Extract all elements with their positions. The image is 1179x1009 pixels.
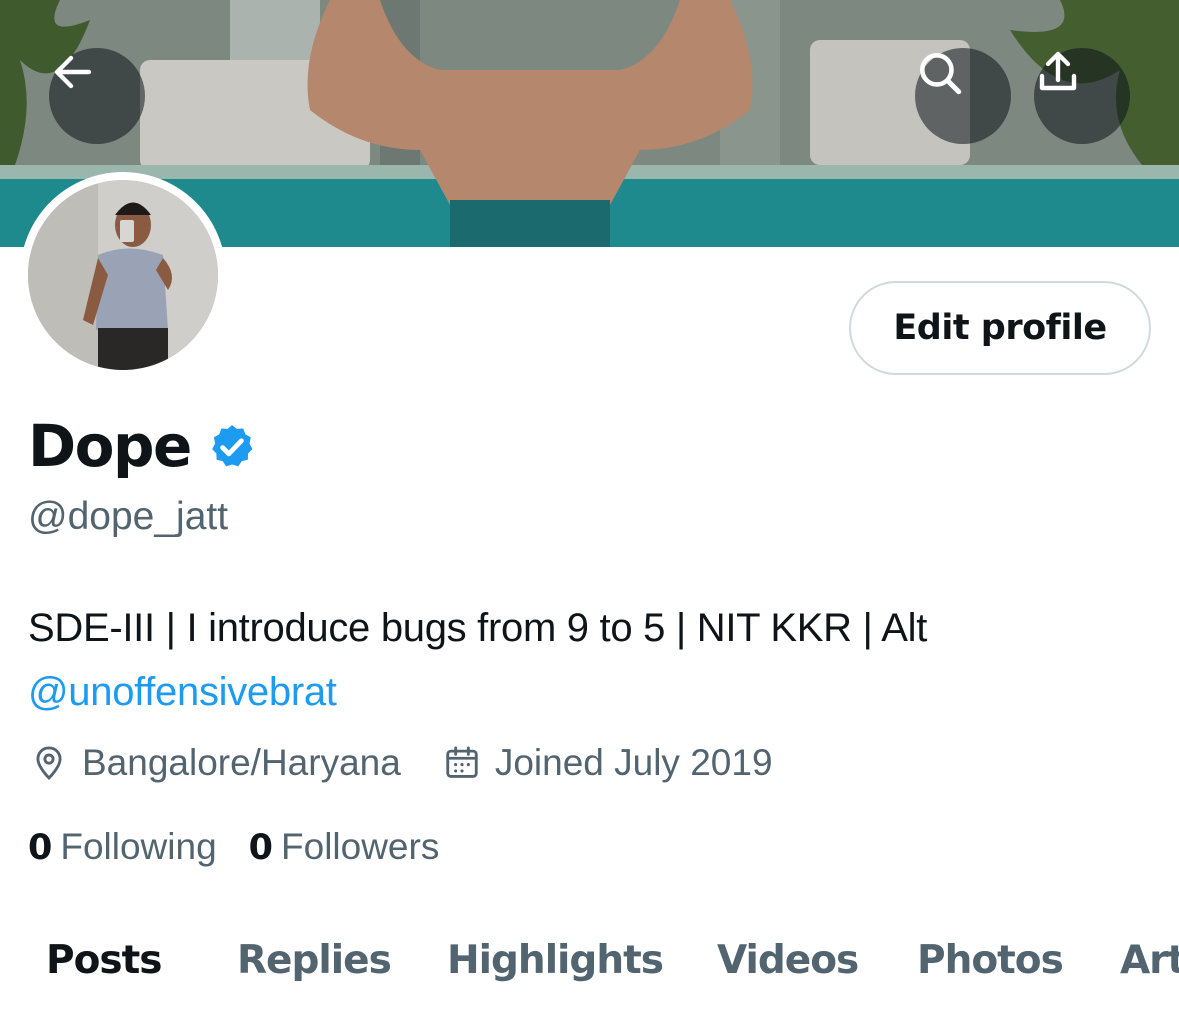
- location-text: Bangalore/Haryana: [82, 742, 401, 783]
- bio-text: SDE-III | I introduce bugs from 9 to 5 |…: [28, 606, 928, 650]
- calendar-icon: [446, 746, 478, 778]
- following-label: Following: [60, 826, 217, 867]
- followers-count: 0: [248, 828, 274, 868]
- profile-page: Edit profile Dope @dope_jatt SDE-III | I…: [0, 0, 1179, 1009]
- display-name: Dope: [28, 412, 192, 480]
- profile-meta: Bangalore/Haryana Joined July 2019: [30, 738, 773, 788]
- tab-videos[interactable]: Videos: [717, 928, 859, 994]
- followers-label: Followers: [281, 826, 440, 867]
- joined-text: Joined July 2019: [494, 742, 773, 783]
- verified-badge-icon[interactable]: [207, 422, 257, 472]
- profile-bio: SDE-III | I introduce bugs from 9 to 5 |…: [28, 596, 1148, 724]
- following-link[interactable]: 0 Following: [28, 826, 217, 868]
- location-pin-icon: [36, 746, 62, 781]
- back-button[interactable]: [49, 48, 145, 144]
- avatar[interactable]: [20, 172, 226, 378]
- tab-replies[interactable]: Replies: [237, 928, 392, 994]
- profile-handle: @dope_jatt: [28, 495, 229, 538]
- tab-articles[interactable]: Articles: [1120, 928, 1179, 994]
- tab-highlights[interactable]: Highlights: [447, 928, 664, 994]
- arrow-left-icon: [54, 55, 92, 89]
- search-button[interactable]: [915, 48, 1011, 144]
- following-count: 0: [28, 828, 53, 868]
- tab-posts[interactable]: Posts: [46, 928, 162, 994]
- follow-counts: 0 Following 0 Followers: [28, 822, 439, 872]
- bio-mention-link[interactable]: @unoffensivebrat: [28, 660, 1148, 724]
- share-button[interactable]: [1034, 48, 1130, 144]
- avatar-image: [28, 180, 218, 370]
- search-icon: [920, 53, 962, 95]
- location-item: Bangalore/Haryana: [30, 742, 401, 784]
- edit-profile-button[interactable]: Edit profile: [849, 281, 1151, 375]
- joined-item: Joined July 2019: [443, 742, 773, 784]
- name-row: Dope: [28, 406, 257, 486]
- tab-photos[interactable]: Photos: [917, 928, 1064, 994]
- profile-tabs: Posts Replies Highlights Videos Photos A…: [0, 928, 1179, 994]
- followers-link[interactable]: 0 Followers: [249, 826, 440, 868]
- share-icon: [1039, 51, 1077, 91]
